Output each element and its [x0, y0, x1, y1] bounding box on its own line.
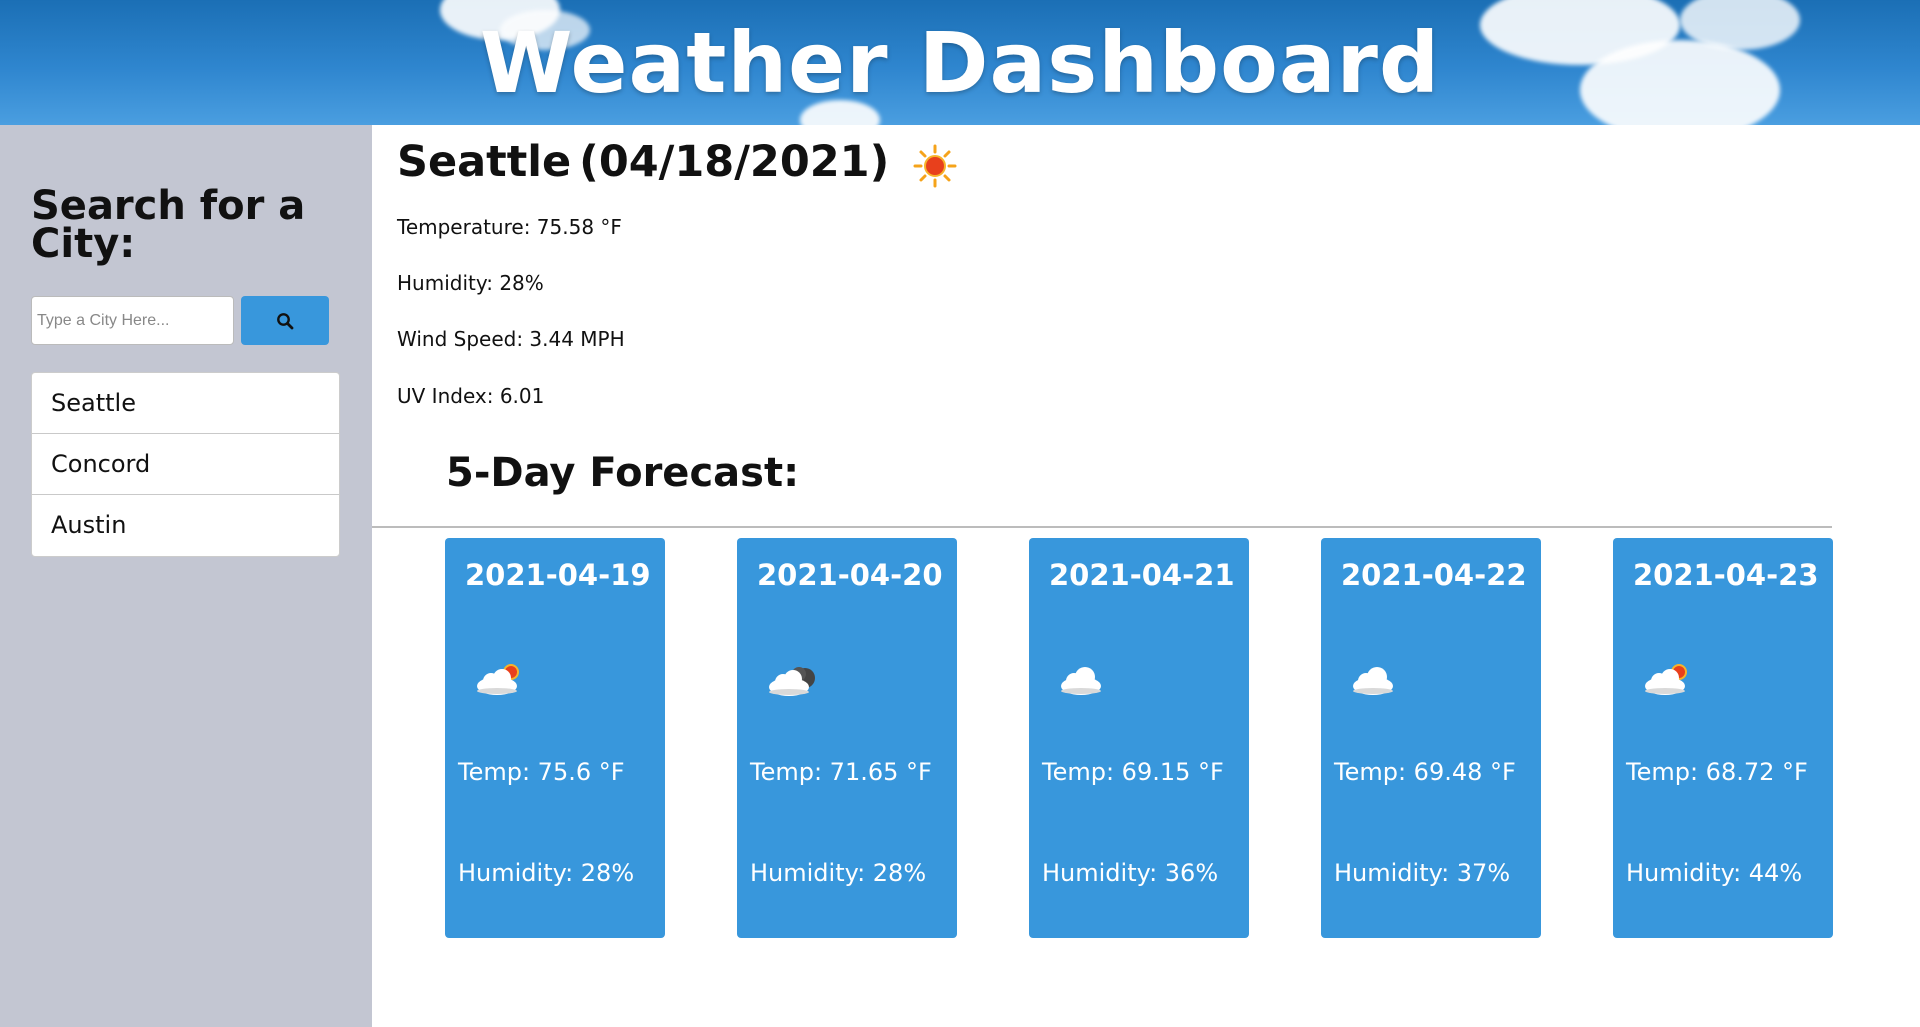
- uv-index-text: UV Index: 6.01: [397, 384, 545, 408]
- forecast-card: 2021-04-23 Temp: 68.72 °F Humidity: 44%: [1613, 538, 1833, 938]
- temperature-text: Temperature: 75.58 °F: [397, 215, 622, 239]
- partly-cloudy-icon: [1645, 664, 1687, 695]
- page-title: Weather Dashboard: [479, 14, 1441, 112]
- forecast-temp: Temp: 69.15 °F: [1042, 758, 1224, 786]
- cloudy-night-icon: [769, 667, 815, 696]
- forecast-humidity: Humidity: 28%: [458, 859, 635, 887]
- forecast-date: 2021-04-23: [1633, 558, 1819, 592]
- forecast-humidity: Humidity: 36%: [1042, 859, 1219, 887]
- header-banner: Weather Dashboard: [0, 0, 1920, 125]
- forecast-temp: Temp: 69.48 °F: [1334, 758, 1516, 786]
- cloud-icon: [1061, 667, 1101, 695]
- forecast-card: 2021-04-19 Temp: 75.6 °F Humidity: 28%: [445, 538, 665, 938]
- forecast-date: 2021-04-22: [1341, 558, 1527, 592]
- forecast-heading: 5-Day Forecast:: [446, 450, 800, 496]
- cloud-icon: [1353, 667, 1393, 695]
- partly-cloudy-icon: [477, 664, 519, 695]
- current-city-title: Seattle (04/18/2021): [397, 137, 889, 187]
- main-content: Seattle (04/18/2021) Temperature: 75.58 °…: [372, 125, 1920, 1027]
- forecast-card: 2021-04-21 Temp: 69.15 °F Humidity: 36%: [1029, 538, 1249, 938]
- forecast-temp: Temp: 68.72 °F: [1626, 758, 1808, 786]
- forecast-temp: Temp: 71.65 °F: [750, 758, 932, 786]
- city-search-input[interactable]: [31, 296, 234, 345]
- current-date: (04/18/2021): [579, 137, 890, 187]
- forecast-humidity: Humidity: 28%: [750, 859, 927, 887]
- forecast-date: 2021-04-20: [757, 558, 943, 592]
- forecast-date: 2021-04-19: [465, 558, 651, 592]
- humidity-text: Humidity: 28%: [397, 271, 544, 295]
- forecast-temp: Temp: 75.6 °F: [458, 758, 625, 786]
- history-item-austin[interactable]: Austin: [32, 495, 339, 556]
- history-item-seattle[interactable]: Seattle: [32, 373, 339, 434]
- forecast-card: 2021-04-20 Temp: 71.65 °F Humidity: 28%: [737, 538, 957, 938]
- search-history-list: Seattle Concord Austin: [31, 372, 340, 557]
- forecast-humidity: Humidity: 37%: [1334, 859, 1511, 887]
- city-name: Seattle: [397, 137, 572, 187]
- search-icon: [277, 312, 294, 329]
- wind-speed-text: Wind Speed: 3.44 MPH: [397, 327, 625, 351]
- forecast-date: 2021-04-21: [1049, 558, 1235, 592]
- forecast-humidity: Humidity: 44%: [1626, 859, 1803, 887]
- search-button[interactable]: [241, 296, 329, 345]
- forecast-card: 2021-04-22 Temp: 69.48 °F Humidity: 37%: [1321, 538, 1541, 938]
- search-heading: Search for a City:: [31, 183, 306, 267]
- sun-icon: [913, 144, 957, 188]
- history-item-concord[interactable]: Concord: [32, 434, 339, 495]
- divider: [372, 526, 1832, 528]
- sidebar: Search for a City: Seattle Concord Austi…: [0, 125, 372, 1027]
